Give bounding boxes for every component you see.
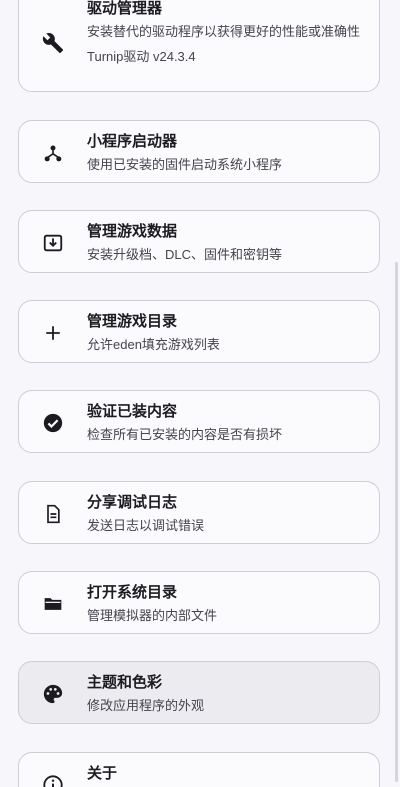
palette-icon <box>41 682 65 706</box>
applet-launcher-subtitle: 使用已安装的固件启动系统小程序 <box>87 157 283 172</box>
folder-icon <box>41 592 65 616</box>
manage-game-dirs-title: 管理游戏目录 <box>87 313 178 330</box>
driver-manager-title: 驱动管理器 <box>87 0 163 17</box>
share-logs-card[interactable]: 分享调试日志 发送日志以调试错误 <box>18 481 380 544</box>
manage-game-dirs-subtitle: 允许eden填充游戏列表 <box>87 337 220 352</box>
settings-list: 驱动管理器 安装替代的驱动程序以获得更好的性能或准确性 Turnip驱动 v24… <box>0 0 400 787</box>
applet-launcher-title: 小程序启动器 <box>87 133 178 150</box>
theme-color-subtitle: 修改应用程序的外观 <box>87 698 205 713</box>
manage-game-data-title: 管理游戏数据 <box>87 223 178 240</box>
driver-manager-subtitle: 安装替代的驱动程序以获得更好的性能或准确性 <box>87 24 361 39</box>
document-icon <box>41 502 65 526</box>
share-logs-title: 分享调试日志 <box>87 494 178 511</box>
about-card[interactable]: 关于 <box>18 752 380 787</box>
wrench-icon <box>41 31 65 55</box>
verify-content-title: 验证已装内容 <box>87 403 178 420</box>
driver-manager-card[interactable]: 驱动管理器 安装替代的驱动程序以获得更好的性能或准确性 Turnip驱动 v24… <box>18 0 380 92</box>
verify-content-subtitle: 检查所有已安装的内容是否有损坏 <box>87 427 283 442</box>
scrollbar[interactable] <box>395 262 398 782</box>
theme-color-title: 主题和色彩 <box>87 674 163 691</box>
download-box-icon <box>41 231 65 255</box>
info-icon <box>41 773 65 787</box>
open-system-dir-title: 打开系统目录 <box>87 584 178 601</box>
manage-game-data-subtitle: 安装升级档、DLC、固件和密钥等 <box>87 247 283 262</box>
theme-color-card[interactable]: 主题和色彩 修改应用程序的外观 <box>18 661 380 724</box>
verify-content-card[interactable]: 验证已装内容 检查所有已安装的内容是否有损坏 <box>18 390 380 453</box>
open-system-dir-card[interactable]: 打开系统目录 管理模拟器的内部文件 <box>18 571 380 634</box>
applet-launcher-card[interactable]: 小程序启动器 使用已安装的固件启动系统小程序 <box>18 120 380 183</box>
share-logs-subtitle: 发送日志以调试错误 <box>87 518 205 533</box>
plus-icon <box>41 321 65 345</box>
applet-launcher-icon <box>41 141 65 165</box>
manage-game-dirs-card[interactable]: 管理游戏目录 允许eden填充游戏列表 <box>18 300 380 363</box>
about-title: 关于 <box>87 765 118 782</box>
manage-game-data-card[interactable]: 管理游戏数据 安装升级档、DLC、固件和密钥等 <box>18 210 380 273</box>
open-system-dir-subtitle: 管理模拟器的内部文件 <box>87 608 218 623</box>
driver-version-label: Turnip驱动 v24.3.4 <box>87 49 196 64</box>
check-circle-icon <box>41 411 65 435</box>
